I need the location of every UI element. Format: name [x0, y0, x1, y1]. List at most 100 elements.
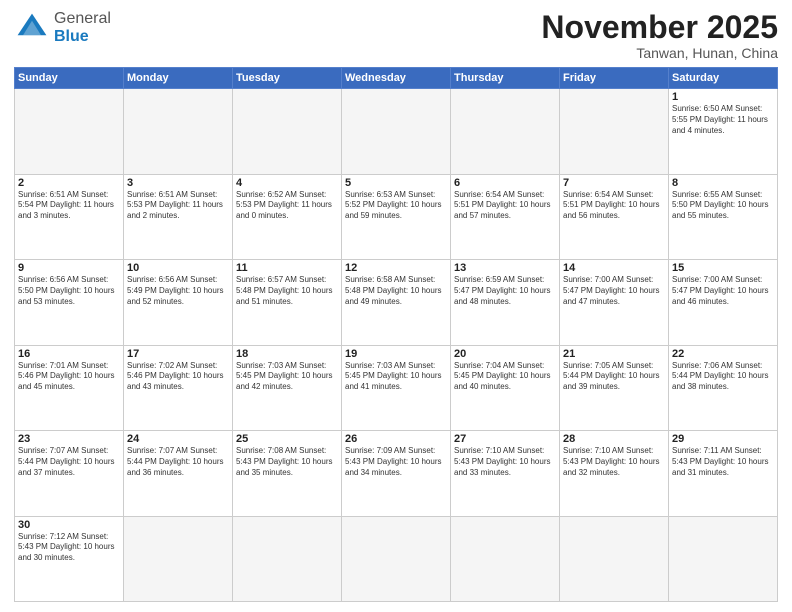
day-info: Sunrise: 7:06 AM Sunset: 5:44 PM Dayligh…: [672, 361, 774, 393]
day-info: Sunrise: 7:03 AM Sunset: 5:45 PM Dayligh…: [345, 361, 447, 393]
day-info: Sunrise: 7:07 AM Sunset: 5:44 PM Dayligh…: [127, 446, 229, 478]
day-number: 28: [563, 433, 665, 445]
day-number: 2: [18, 177, 120, 189]
table-cell: 3Sunrise: 6:51 AM Sunset: 5:53 PM Daylig…: [124, 174, 233, 259]
day-info: Sunrise: 6:56 AM Sunset: 5:49 PM Dayligh…: [127, 275, 229, 307]
table-cell: 26Sunrise: 7:09 AM Sunset: 5:43 PM Dayli…: [342, 431, 451, 516]
day-info: Sunrise: 6:50 AM Sunset: 5:55 PM Dayligh…: [672, 104, 774, 136]
table-cell: [233, 89, 342, 174]
table-cell: 5Sunrise: 6:53 AM Sunset: 5:52 PM Daylig…: [342, 174, 451, 259]
table-cell: 25Sunrise: 7:08 AM Sunset: 5:43 PM Dayli…: [233, 431, 342, 516]
table-cell: 13Sunrise: 6:59 AM Sunset: 5:47 PM Dayli…: [451, 260, 560, 345]
day-info: Sunrise: 6:51 AM Sunset: 5:53 PM Dayligh…: [127, 190, 229, 222]
day-info: Sunrise: 7:00 AM Sunset: 5:47 PM Dayligh…: [563, 275, 665, 307]
table-cell: [233, 516, 342, 601]
table-cell: 11Sunrise: 6:57 AM Sunset: 5:48 PM Dayli…: [233, 260, 342, 345]
table-cell: 10Sunrise: 6:56 AM Sunset: 5:49 PM Dayli…: [124, 260, 233, 345]
day-info: Sunrise: 6:55 AM Sunset: 5:50 PM Dayligh…: [672, 190, 774, 222]
calendar-row: 2Sunrise: 6:51 AM Sunset: 5:54 PM Daylig…: [15, 174, 778, 259]
calendar-row: 16Sunrise: 7:01 AM Sunset: 5:46 PM Dayli…: [15, 345, 778, 430]
day-number: 26: [345, 433, 447, 445]
day-info: Sunrise: 6:59 AM Sunset: 5:47 PM Dayligh…: [454, 275, 556, 307]
table-cell: 14Sunrise: 7:00 AM Sunset: 5:47 PM Dayli…: [560, 260, 669, 345]
table-cell: [451, 516, 560, 601]
logo-general: General: [54, 10, 111, 27]
logo-text: General Blue: [54, 10, 111, 45]
table-cell: 18Sunrise: 7:03 AM Sunset: 5:45 PM Dayli…: [233, 345, 342, 430]
day-number: 17: [127, 348, 229, 360]
day-number: 9: [18, 262, 120, 274]
day-info: Sunrise: 6:58 AM Sunset: 5:48 PM Dayligh…: [345, 275, 447, 307]
day-info: Sunrise: 7:09 AM Sunset: 5:43 PM Dayligh…: [345, 446, 447, 478]
day-number: 23: [18, 433, 120, 445]
table-cell: 22Sunrise: 7:06 AM Sunset: 5:44 PM Dayli…: [669, 345, 778, 430]
day-info: Sunrise: 6:52 AM Sunset: 5:53 PM Dayligh…: [236, 190, 338, 222]
day-info: Sunrise: 7:00 AM Sunset: 5:47 PM Dayligh…: [672, 275, 774, 307]
title-block: November 2025 Tanwan, Hunan, China: [541, 10, 778, 61]
table-cell: 8Sunrise: 6:55 AM Sunset: 5:50 PM Daylig…: [669, 174, 778, 259]
calendar-body: 1Sunrise: 6:50 AM Sunset: 5:55 PM Daylig…: [15, 89, 778, 602]
day-number: 11: [236, 262, 338, 274]
day-number: 21: [563, 348, 665, 360]
day-number: 8: [672, 177, 774, 189]
col-wednesday: Wednesday: [342, 68, 451, 89]
day-number: 20: [454, 348, 556, 360]
col-thursday: Thursday: [451, 68, 560, 89]
table-cell: [15, 89, 124, 174]
day-number: 5: [345, 177, 447, 189]
calendar-table: Sunday Monday Tuesday Wednesday Thursday…: [14, 67, 778, 602]
day-number: 1: [672, 91, 774, 103]
day-info: Sunrise: 6:57 AM Sunset: 5:48 PM Dayligh…: [236, 275, 338, 307]
day-number: 10: [127, 262, 229, 274]
day-number: 25: [236, 433, 338, 445]
day-number: 16: [18, 348, 120, 360]
day-number: 27: [454, 433, 556, 445]
table-cell: 4Sunrise: 6:52 AM Sunset: 5:53 PM Daylig…: [233, 174, 342, 259]
table-cell: 12Sunrise: 6:58 AM Sunset: 5:48 PM Dayli…: [342, 260, 451, 345]
day-number: 22: [672, 348, 774, 360]
table-cell: [560, 516, 669, 601]
table-cell: 6Sunrise: 6:54 AM Sunset: 5:51 PM Daylig…: [451, 174, 560, 259]
table-cell: 29Sunrise: 7:11 AM Sunset: 5:43 PM Dayli…: [669, 431, 778, 516]
table-cell: 2Sunrise: 6:51 AM Sunset: 5:54 PM Daylig…: [15, 174, 124, 259]
table-cell: 20Sunrise: 7:04 AM Sunset: 5:45 PM Dayli…: [451, 345, 560, 430]
day-info: Sunrise: 7:01 AM Sunset: 5:46 PM Dayligh…: [18, 361, 120, 393]
day-number: 18: [236, 348, 338, 360]
day-info: Sunrise: 7:11 AM Sunset: 5:43 PM Dayligh…: [672, 446, 774, 478]
day-info: Sunrise: 7:04 AM Sunset: 5:45 PM Dayligh…: [454, 361, 556, 393]
day-info: Sunrise: 7:03 AM Sunset: 5:45 PM Dayligh…: [236, 361, 338, 393]
day-number: 19: [345, 348, 447, 360]
day-number: 24: [127, 433, 229, 445]
table-cell: 19Sunrise: 7:03 AM Sunset: 5:45 PM Dayli…: [342, 345, 451, 430]
day-number: 30: [18, 519, 120, 531]
location: Tanwan, Hunan, China: [541, 45, 778, 61]
table-cell: [342, 516, 451, 601]
calendar-row: 9Sunrise: 6:56 AM Sunset: 5:50 PM Daylig…: [15, 260, 778, 345]
table-cell: [124, 89, 233, 174]
header: General Blue November 2025 Tanwan, Hunan…: [14, 10, 778, 61]
table-cell: 30Sunrise: 7:12 AM Sunset: 5:43 PM Dayli…: [15, 516, 124, 601]
calendar-row: 23 Sunrise: 7:07 AM Sunset: 5:44 PM Dayli…: [15, 431, 778, 516]
day-number: 12: [345, 262, 447, 274]
day-info: Sunrise: 7:02 AM Sunset: 5:46 PM Dayligh…: [127, 361, 229, 393]
weekday-row: Sunday Monday Tuesday Wednesday Thursday…: [15, 68, 778, 89]
calendar-row: 30Sunrise: 7:12 AM Sunset: 5:43 PM Dayli…: [15, 516, 778, 601]
day-number: 29: [672, 433, 774, 445]
day-info: Sunrise: 7:12 AM Sunset: 5:43 PM Dayligh…: [18, 532, 120, 564]
day-info: Sunrise: 7:10 AM Sunset: 5:43 PM Dayligh…: [563, 446, 665, 478]
col-tuesday: Tuesday: [233, 68, 342, 89]
calendar-header: Sunday Monday Tuesday Wednesday Thursday…: [15, 68, 778, 89]
day-info: Sunrise: 7:05 AM Sunset: 5:44 PM Dayligh…: [563, 361, 665, 393]
day-info: Sunrise: 6:54 AM Sunset: 5:51 PM Dayligh…: [563, 190, 665, 222]
day-number: 7: [563, 177, 665, 189]
table-cell: [124, 516, 233, 601]
table-cell: 17Sunrise: 7:02 AM Sunset: 5:46 PM Dayli…: [124, 345, 233, 430]
table-cell: [451, 89, 560, 174]
day-number: 4: [236, 177, 338, 189]
day-info: Sunrise: 6:56 AM Sunset: 5:50 PM Dayligh…: [18, 275, 120, 307]
calendar-row: 1Sunrise: 6:50 AM Sunset: 5:55 PM Daylig…: [15, 89, 778, 174]
day-info: Sunrise: 6:54 AM Sunset: 5:51 PM Dayligh…: [454, 190, 556, 222]
table-cell: [669, 516, 778, 601]
day-number: 15: [672, 262, 774, 274]
table-cell: 9Sunrise: 6:56 AM Sunset: 5:50 PM Daylig…: [15, 260, 124, 345]
